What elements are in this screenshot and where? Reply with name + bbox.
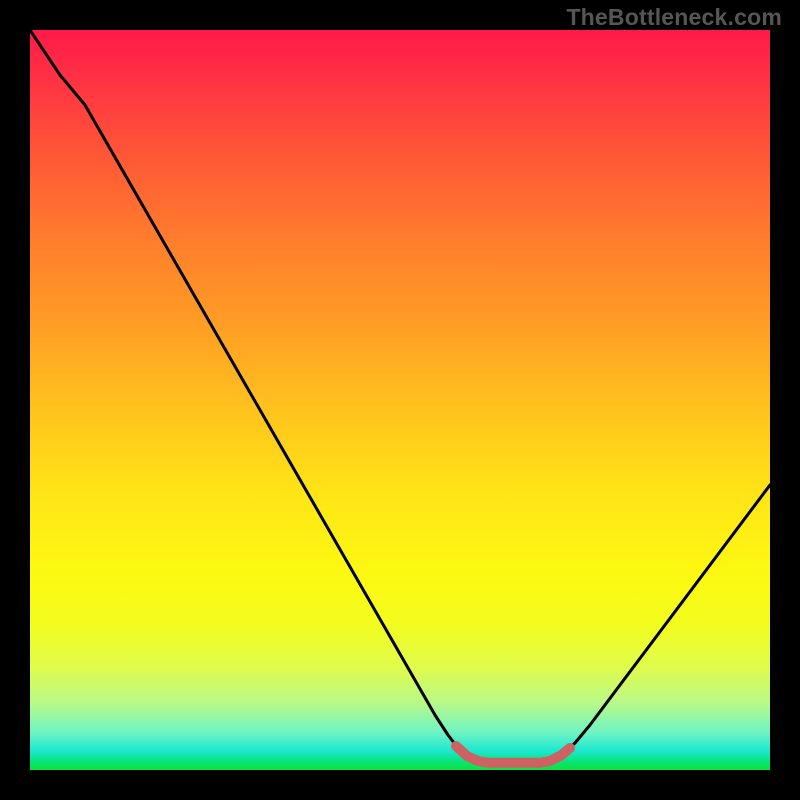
red-flat-segment <box>456 746 570 763</box>
plot-area <box>30 30 770 770</box>
watermark-text: TheBottleneck.com <box>566 4 782 31</box>
curve-layer <box>30 30 770 770</box>
chart-frame: TheBottleneck.com <box>0 0 800 800</box>
black-curve <box>30 30 770 763</box>
